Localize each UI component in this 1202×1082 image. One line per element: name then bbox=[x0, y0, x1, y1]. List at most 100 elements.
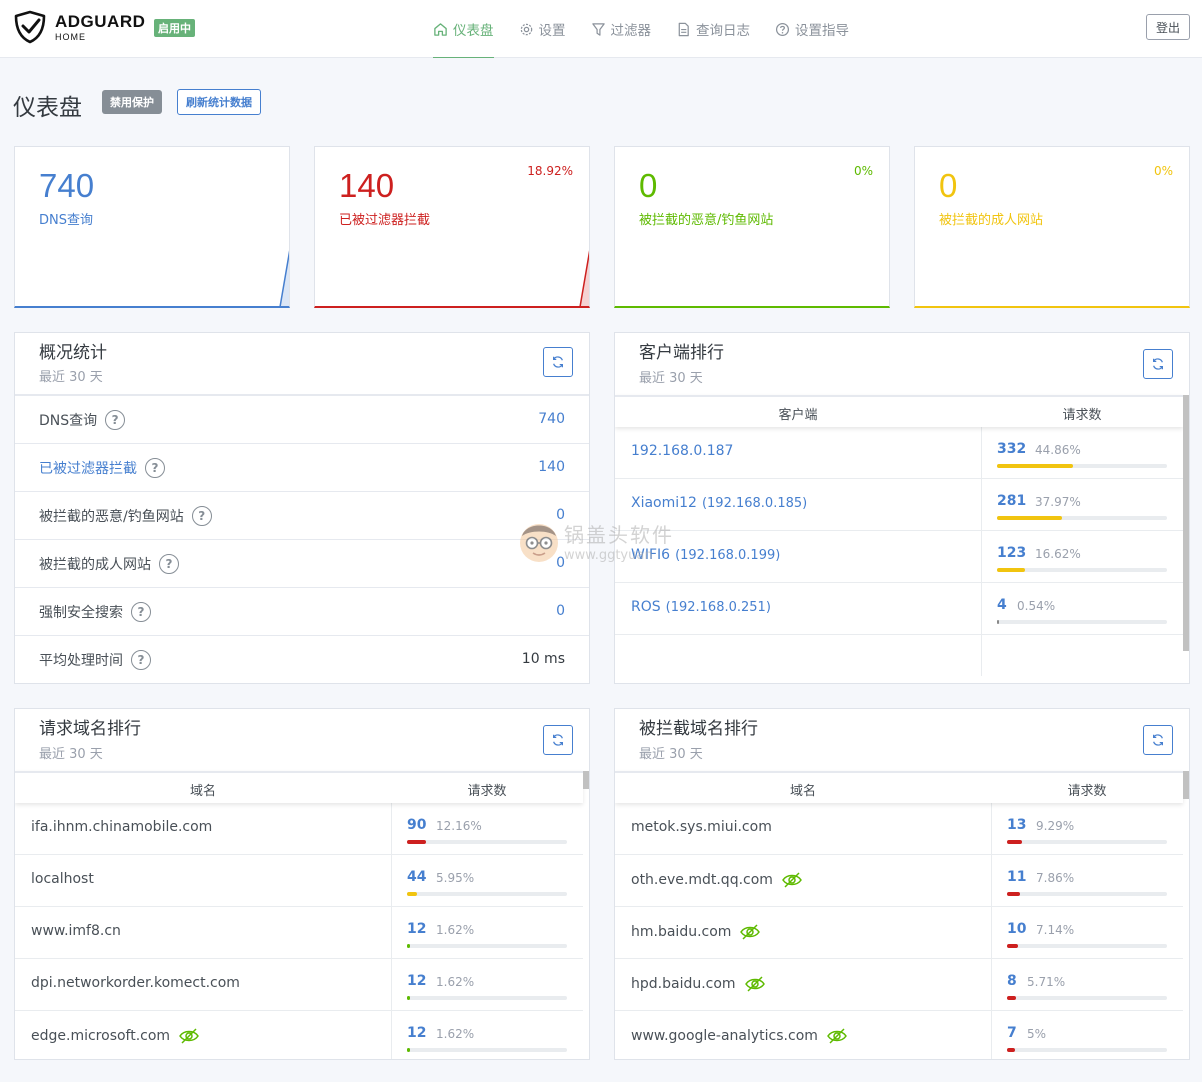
nav-filters[interactable]: 过滤器 bbox=[591, 0, 651, 58]
adguard-logo[interactable]: ADGUARD HOME bbox=[13, 10, 145, 44]
top-domains-refresh-button[interactable] bbox=[543, 725, 573, 755]
nav-setup-guide[interactable]: 设置指导 bbox=[775, 0, 849, 58]
percent-bar-fill bbox=[997, 464, 1073, 468]
eye-off-icon bbox=[744, 975, 766, 993]
request-count[interactable]: 332 bbox=[997, 441, 1026, 457]
request-count[interactable]: 12 bbox=[407, 973, 426, 989]
eye-off-icon bbox=[178, 1027, 200, 1045]
request-percent: 1.62% bbox=[436, 975, 475, 989]
column-header-domain[interactable]: 域名 bbox=[15, 780, 391, 799]
clients-refresh-button[interactable] bbox=[1143, 349, 1173, 379]
client-name-text[interactable]: ROS bbox=[631, 599, 661, 615]
request-count[interactable]: 4 bbox=[997, 597, 1007, 613]
request-count[interactable]: 12 bbox=[407, 1025, 426, 1041]
overview-stats-panel: 概况统计 最近 30 天 DNS查询? 740 已被过滤器拦截? 140 被拦截… bbox=[14, 332, 590, 684]
stats-row-label[interactable]: 已被过滤器拦截 bbox=[39, 458, 137, 478]
client-ip[interactable]: (192.168.0.199) bbox=[675, 548, 780, 563]
top-domains-panel: 请求域名排行 最近 30 天 域名 请求数 ifa.ihnm.chinamobi… bbox=[14, 708, 590, 1060]
refresh-icon bbox=[1153, 734, 1163, 746]
client-ip[interactable]: (192.168.0.185) bbox=[702, 496, 807, 511]
domain-name-text[interactable]: www.google-analytics.com bbox=[631, 1028, 818, 1044]
help-icon[interactable]: ? bbox=[131, 602, 151, 622]
domain-name-text[interactable]: edge.microsoft.com bbox=[31, 1028, 170, 1044]
clients-table-header: 客户端 请求数 bbox=[615, 395, 1183, 427]
disable-protection-button[interactable]: 禁用保护 bbox=[102, 90, 162, 114]
domain-name[interactable]: edge.microsoft.com bbox=[31, 1027, 200, 1045]
domain-name-text[interactable]: oth.eve.mdt.qq.com bbox=[631, 872, 773, 888]
overview-refresh-button[interactable] bbox=[543, 347, 573, 377]
request-count[interactable]: 90 bbox=[407, 817, 426, 833]
domain-name[interactable]: www.google-analytics.com bbox=[631, 1027, 848, 1045]
refresh-stats-button[interactable]: 刷新统计数据 bbox=[177, 89, 261, 115]
request-count[interactable]: 8 bbox=[1007, 973, 1017, 989]
stats-row-avg-time: 平均处理时间? 10 ms bbox=[15, 636, 589, 684]
card-blocked-filters: 140 已被过滤器拦截 18.92% bbox=[314, 146, 590, 308]
top-domains-table-header: 域名 请求数 bbox=[15, 771, 583, 803]
nav-query-log[interactable]: 查询日志 bbox=[676, 0, 750, 58]
request-count[interactable]: 11 bbox=[1007, 869, 1026, 885]
column-header-requests[interactable]: 请求数 bbox=[981, 404, 1183, 423]
percent-bar-fill bbox=[1007, 892, 1020, 896]
domain-name-text[interactable]: ifa.ihnm.chinamobile.com bbox=[31, 819, 212, 835]
nav-dashboard[interactable]: 仪表盘 bbox=[433, 0, 494, 58]
nav-settings-label: 设置 bbox=[538, 23, 566, 39]
domain-name-text[interactable]: metok.sys.miui.com bbox=[631, 819, 772, 835]
domain-name[interactable]: ifa.ihnm.chinamobile.com bbox=[31, 819, 212, 835]
domain-name-text[interactable]: localhost bbox=[31, 871, 94, 887]
domain-name-text[interactable]: www.imf8.cn bbox=[31, 923, 121, 939]
help-icon[interactable]: ? bbox=[105, 410, 126, 430]
mascot-face-icon bbox=[520, 524, 558, 562]
client-name[interactable]: 192.168.0.187 bbox=[631, 443, 733, 459]
client-name[interactable]: ROS (192.168.0.251) bbox=[631, 599, 771, 615]
logout-button[interactable]: 登出 bbox=[1146, 14, 1190, 40]
clients-scrollbar[interactable] bbox=[1183, 395, 1189, 651]
stats-row-label: 强制安全搜索 bbox=[39, 605, 123, 621]
stats-row-value[interactable]: 0 bbox=[556, 603, 565, 619]
column-header-requests[interactable]: 请求数 bbox=[991, 780, 1183, 799]
panel-subtitle: 最近 30 天 bbox=[639, 371, 703, 386]
request-count[interactable]: 7 bbox=[1007, 1025, 1017, 1041]
domain-name[interactable]: hpd.baidu.com bbox=[631, 975, 766, 993]
column-header-client[interactable]: 客户端 bbox=[615, 404, 981, 423]
brand-name: ADGUARD bbox=[55, 11, 146, 31]
request-percent: 7.14% bbox=[1036, 923, 1075, 937]
domain-name-text[interactable]: hm.baidu.com bbox=[631, 924, 731, 940]
refresh-icon bbox=[553, 356, 563, 368]
request-percent: 5.95% bbox=[436, 871, 475, 885]
percent-bar bbox=[407, 840, 567, 844]
client-ip[interactable]: (192.168.0.251) bbox=[666, 600, 771, 615]
stats-row-blocked-adult: 被拦截的成人网站? 0 bbox=[15, 540, 589, 588]
brand-sub: HOME bbox=[55, 31, 86, 42]
domain-name[interactable]: dpi.networkorder.komect.com bbox=[31, 975, 240, 991]
request-count[interactable]: 281 bbox=[997, 493, 1026, 509]
request-count[interactable]: 13 bbox=[1007, 817, 1026, 833]
domain-name[interactable]: oth.eve.mdt.qq.com bbox=[631, 871, 803, 889]
top-domains-scrollbar[interactable] bbox=[583, 771, 589, 789]
column-header-domain[interactable]: 域名 bbox=[615, 780, 991, 799]
domain-name[interactable]: www.imf8.cn bbox=[31, 923, 121, 939]
nav-settings[interactable]: 设置 bbox=[519, 0, 566, 58]
client-name-text[interactable]: 192.168.0.187 bbox=[631, 443, 733, 459]
request-count[interactable]: 44 bbox=[407, 869, 426, 885]
column-header-requests[interactable]: 请求数 bbox=[391, 780, 583, 799]
blocked-domains-scrollbar[interactable] bbox=[1183, 771, 1189, 799]
domain-name[interactable]: metok.sys.miui.com bbox=[631, 819, 772, 835]
client-name[interactable]: Xiaomi12 (192.168.0.185) bbox=[631, 495, 807, 511]
request-count[interactable]: 10 bbox=[1007, 921, 1026, 937]
domain-name[interactable]: hm.baidu.com bbox=[631, 923, 761, 941]
help-circle-icon bbox=[775, 22, 790, 37]
help-icon[interactable]: ? bbox=[131, 650, 151, 670]
percent-bar bbox=[997, 464, 1167, 468]
help-icon[interactable]: ? bbox=[191, 506, 212, 526]
client-name-text[interactable]: Xiaomi12 bbox=[631, 495, 697, 511]
blocked-domains-refresh-button[interactable] bbox=[1143, 725, 1173, 755]
domain-name-text[interactable]: hpd.baidu.com bbox=[631, 976, 736, 992]
domain-name-text[interactable]: dpi.networkorder.komect.com bbox=[31, 975, 240, 991]
help-icon[interactable]: ? bbox=[159, 554, 179, 574]
stats-row-value[interactable]: 140 bbox=[538, 459, 565, 475]
domain-name[interactable]: localhost bbox=[31, 871, 94, 887]
request-count[interactable]: 12 bbox=[407, 921, 426, 937]
request-count[interactable]: 123 bbox=[997, 545, 1026, 561]
help-icon[interactable]: ? bbox=[145, 458, 165, 478]
stats-row-value[interactable]: 740 bbox=[538, 411, 565, 427]
